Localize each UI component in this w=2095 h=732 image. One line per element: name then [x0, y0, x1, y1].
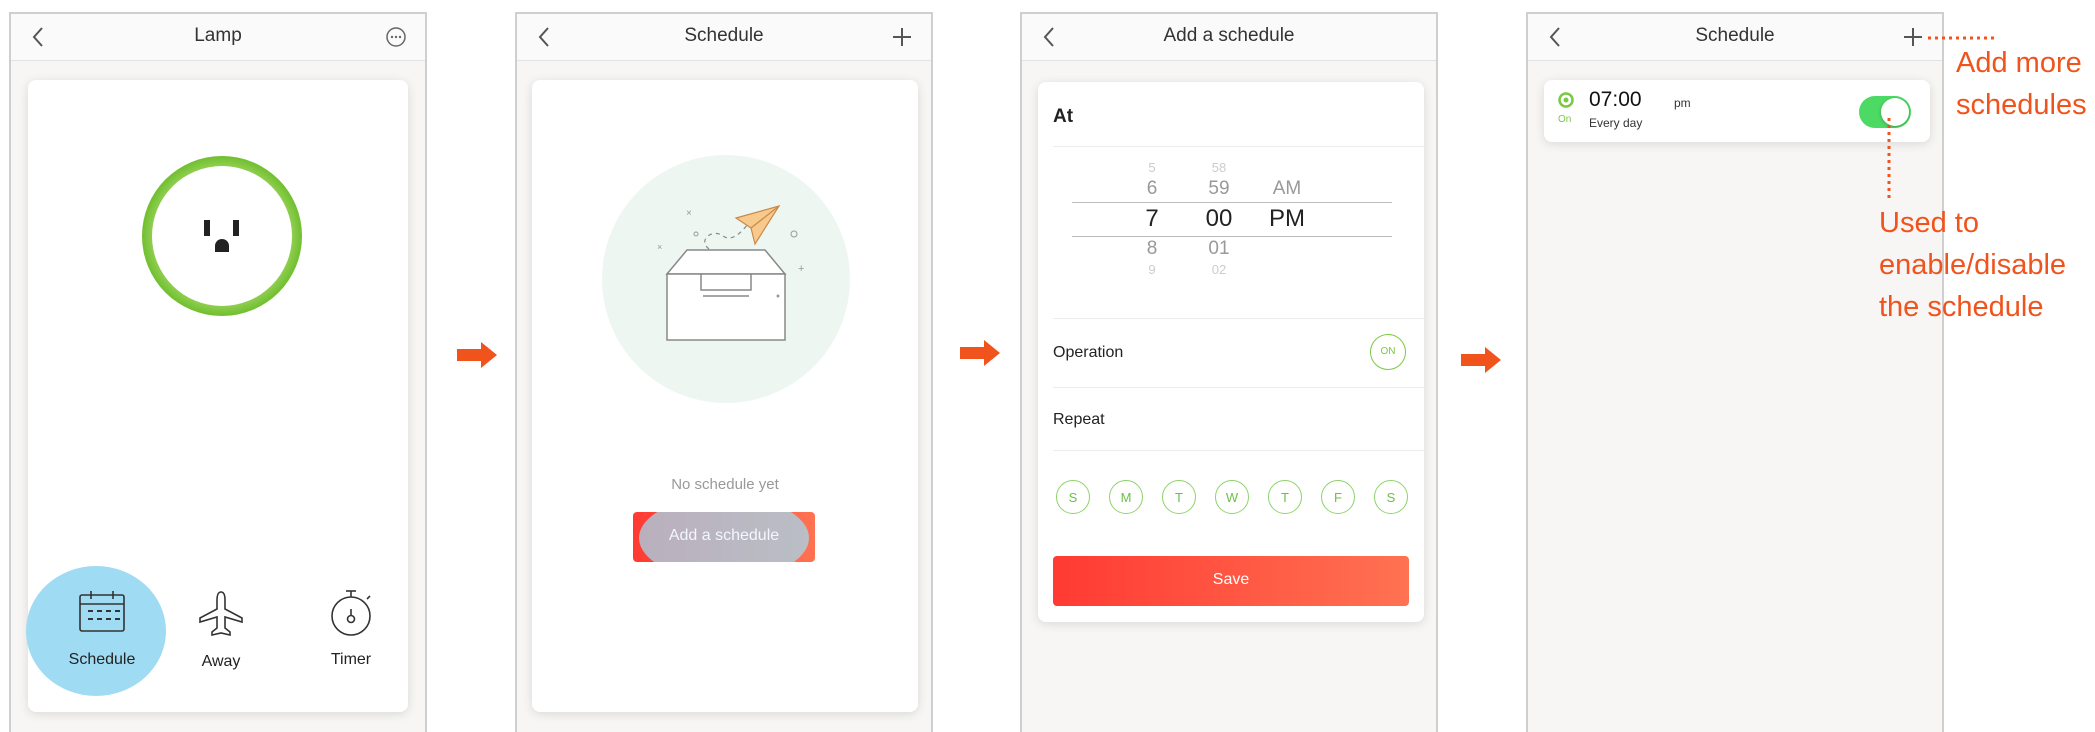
annotation-line: the schedule — [1879, 291, 2044, 323]
status-dot-icon — [1558, 92, 1574, 108]
repeat-label: Repeat — [1053, 411, 1105, 428]
day-thursday[interactable]: T — [1268, 480, 1302, 514]
add-schedule-screen: Add a schedule At 5 6 7 8 9 58 59 00 01 … — [1020, 12, 1438, 732]
minute-option: 58 — [1211, 160, 1227, 175]
add-schedule-button[interactable]: Add a schedule — [633, 512, 815, 562]
minute-option: 02 — [1211, 262, 1227, 277]
nav-bar: Schedule — [517, 14, 931, 61]
day-sunday[interactable]: S — [1056, 480, 1090, 514]
enable-toggle[interactable] — [1859, 96, 1911, 128]
tab-schedule[interactable]: Schedule — [42, 590, 162, 669]
arrow-right-icon — [457, 342, 497, 368]
annotation-line: Add more — [1956, 47, 2082, 79]
plus-icon[interactable] — [1902, 26, 1924, 48]
annotation-leader-line — [1887, 118, 1891, 202]
device-card: Schedule Away Timer — [26, 80, 408, 712]
schedule-list-screen: Schedule On 07:00 pm Every day — [1526, 12, 1944, 732]
tab-timer[interactable]: Timer — [306, 588, 396, 669]
annotation-add-more: Add more schedules — [1956, 42, 2087, 126]
save-label: Save — [1212, 571, 1250, 588]
divider — [1053, 318, 1424, 319]
page-title: Lamp — [194, 25, 242, 46]
divider — [1053, 387, 1424, 388]
nav-bar: Add a schedule — [1022, 14, 1436, 61]
add-schedule-label: Add a schedule — [668, 527, 780, 544]
tab-away[interactable]: Away — [176, 590, 266, 671]
pm-selected: PM — [1269, 205, 1305, 232]
minute-wheel[interactable]: 58 59 00 01 02 — [1194, 160, 1244, 278]
day-friday[interactable]: F — [1321, 480, 1355, 514]
socket-icon[interactable] — [140, 154, 304, 318]
hour-option: 5 — [1148, 160, 1156, 175]
annotation-line: enable/disable — [1879, 249, 2067, 281]
tab-label: Timer — [330, 651, 372, 668]
minute-option: 01 — [1208, 238, 1230, 259]
annotation-leader-line — [1928, 36, 1998, 40]
page-title: Add a schedule — [1163, 25, 1295, 46]
nav-bar: Schedule — [1528, 14, 1942, 61]
stopwatch-icon — [331, 590, 371, 636]
annotation-line: Used to — [1879, 207, 1979, 239]
lamp-screen: Lamp Schedule Away Timer — [9, 12, 427, 732]
hour-option: 9 — [1148, 262, 1156, 277]
schedule-repeat: Every day — [1589, 116, 1643, 130]
hour-option: 8 — [1146, 238, 1158, 259]
empty-card: × × + No schedule yet Add a schedule — [532, 80, 918, 712]
day-monday[interactable]: M — [1109, 480, 1143, 514]
page-title: Schedule — [684, 25, 764, 46]
more-icon[interactable] — [385, 26, 407, 48]
hour-wheel[interactable]: 5 6 7 8 9 — [1132, 160, 1172, 278]
empty-state-text: No schedule yet — [671, 476, 779, 493]
hour-option: 6 — [1146, 178, 1158, 199]
divider — [1053, 146, 1424, 147]
schedule-time: 07:00 — [1589, 88, 1642, 111]
minute-option: 59 — [1208, 178, 1230, 199]
time-picker[interactable]: 5 6 7 8 9 58 59 00 01 02 AM PM — [1072, 160, 1392, 280]
arrow-right-icon — [1461, 347, 1501, 373]
divider — [1053, 450, 1424, 451]
day-tuesday[interactable]: T — [1162, 480, 1196, 514]
empty-inbox-illustration: × × + — [602, 155, 850, 403]
status-label: On — [1558, 114, 1572, 125]
tab-label: Schedule — [68, 651, 136, 668]
operation-toggle[interactable]: ON — [1370, 334, 1406, 370]
at-label: At — [1053, 106, 1074, 127]
plus-icon[interactable] — [891, 26, 913, 48]
hour-selected: 7 — [1145, 205, 1159, 232]
schedule-empty-screen: Schedule × × + No schedule yet Add a sch… — [515, 12, 933, 732]
operation-label: Operation — [1053, 344, 1124, 361]
save-button[interactable]: Save — [1053, 556, 1409, 606]
svg-text:×: × — [686, 208, 692, 219]
am-option: AM — [1272, 178, 1302, 199]
calendar-icon — [79, 591, 125, 632]
day-wednesday[interactable]: W — [1215, 480, 1249, 514]
page-title: Schedule — [1695, 25, 1775, 46]
minute-selected: 00 — [1205, 205, 1233, 232]
arrow-right-icon — [960, 340, 1000, 366]
svg-text:×: × — [657, 242, 662, 252]
annotation-line: schedules — [1956, 89, 2087, 121]
nav-bar: Lamp — [11, 14, 425, 61]
annotation-toggle: Used to enable/disable the schedule — [1879, 202, 2066, 328]
airplane-icon — [199, 591, 243, 636]
schedule-period: pm — [1674, 96, 1691, 110]
tab-label: Away — [201, 653, 241, 670]
day-saturday[interactable]: S — [1374, 480, 1408, 514]
ampm-wheel[interactable]: AM PM — [1262, 176, 1312, 236]
schedule-form: At 5 6 7 8 9 58 59 00 01 02 AM PM Operat… — [1038, 82, 1424, 622]
svg-text:+: + — [798, 263, 804, 275]
schedule-item[interactable]: On 07:00 pm Every day — [1544, 80, 1930, 142]
